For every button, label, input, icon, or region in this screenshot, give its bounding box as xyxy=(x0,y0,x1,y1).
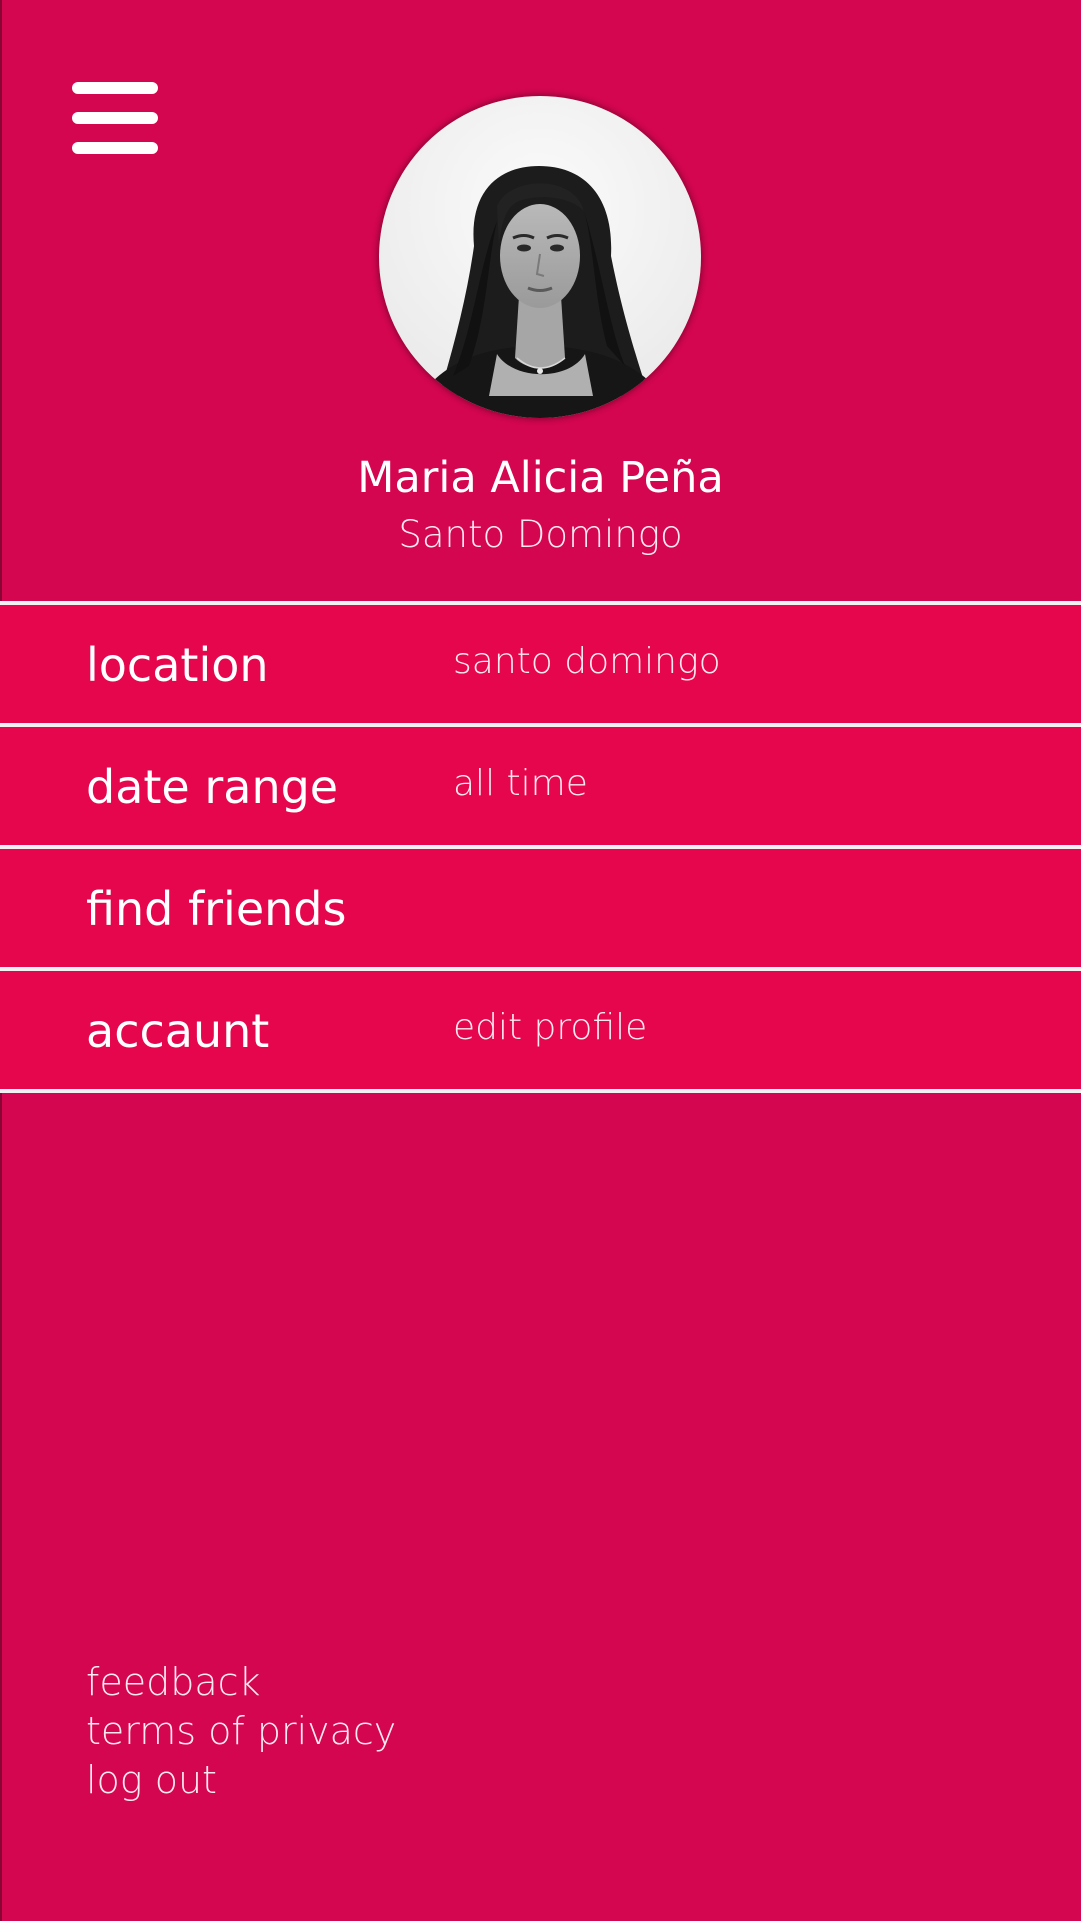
menu-item-location[interactable]: location santo domingo xyxy=(0,605,1081,723)
menu-item-find-friends[interactable]: find friends xyxy=(0,849,1081,967)
menu-item-date-range[interactable]: date range all time xyxy=(0,727,1081,845)
divider xyxy=(0,1089,1081,1093)
avatar-photo xyxy=(379,96,701,418)
menu-item-value: santo domingo xyxy=(453,641,721,682)
menu-item-label: accaunt xyxy=(86,1004,270,1058)
footer-links: feedback terms of privacy log out xyxy=(86,1658,396,1805)
hamburger-bar xyxy=(72,112,158,124)
profile-name: Maria Alicia Peña xyxy=(357,453,724,503)
hamburger-bar xyxy=(72,142,158,154)
avatar xyxy=(379,96,701,418)
edit-profile-link[interactable]: edit profile xyxy=(453,1005,647,1051)
feedback-link[interactable]: feedback xyxy=(86,1658,396,1707)
profile-city: Santo Domingo xyxy=(398,513,683,556)
log-out-link[interactable]: log out xyxy=(86,1756,396,1805)
settings-menu: location santo domingo date range all ti… xyxy=(0,601,1081,1093)
menu-item-label: find friends xyxy=(86,882,347,936)
menu-item-account[interactable]: accaunt edit profile xyxy=(0,971,1081,1089)
hamburger-menu-icon[interactable] xyxy=(72,82,158,156)
menu-item-label: date range xyxy=(86,760,339,814)
menu-item-label: location xyxy=(86,638,269,692)
terms-of-privacy-link[interactable]: terms of privacy xyxy=(86,1707,396,1756)
menu-item-value: all time xyxy=(453,763,588,804)
hamburger-bar xyxy=(72,82,158,94)
